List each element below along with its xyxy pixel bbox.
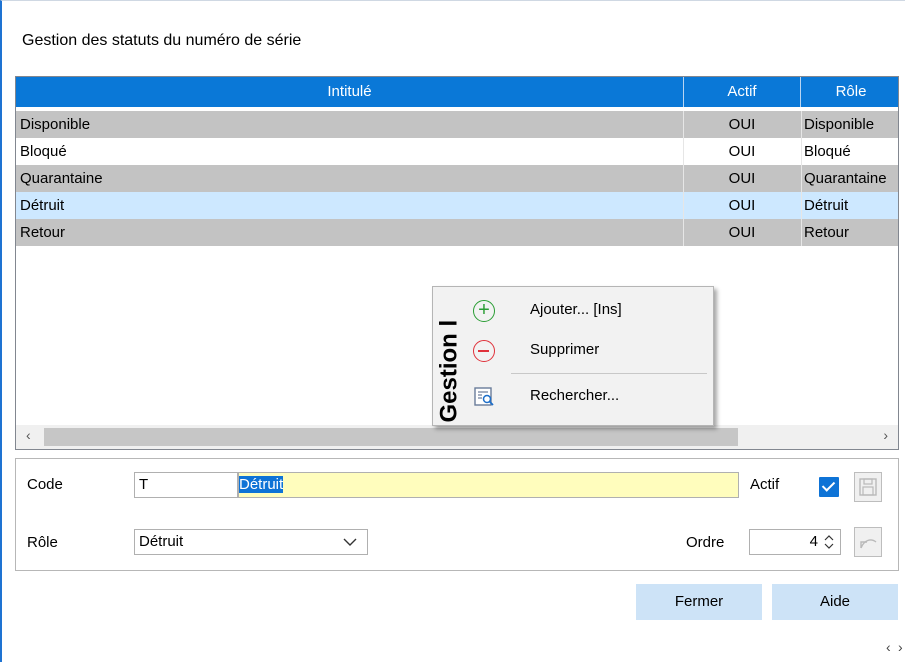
chevron-left-icon[interactable]: ‹	[886, 639, 891, 655]
context-menu-side-label: Gestion l	[435, 319, 463, 423]
close-button[interactable]: Fermer	[636, 584, 762, 620]
save-icon	[859, 478, 877, 496]
column-header-actif[interactable]: Actif	[684, 77, 801, 107]
cell-actif: OUI	[683, 165, 800, 192]
save-button[interactable]	[854, 472, 882, 502]
scroll-right-icon[interactable]: ›	[883, 427, 888, 443]
column-header-intitule[interactable]: Intitulé	[16, 77, 684, 107]
code-field[interactable]: T	[134, 472, 238, 498]
code-label: Code	[27, 476, 63, 493]
table-row-selected[interactable]: Détruit OUI Détruit	[16, 192, 898, 219]
undo-button[interactable]	[854, 527, 882, 557]
dialog-window: Gestion des statuts du numéro de série I…	[0, 0, 905, 662]
table-row[interactable]: Disponible OUI Disponible	[16, 111, 898, 138]
menu-item-ajouter[interactable]: + Ajouter... [Ins]	[467, 293, 711, 329]
search-list-icon	[474, 387, 494, 406]
scrollbar-thumb[interactable]	[44, 428, 738, 446]
role-label: Rôle	[27, 534, 58, 551]
remove-circle-icon	[473, 340, 495, 362]
add-circle-icon: +	[473, 300, 495, 322]
cell-intitule: Détruit	[20, 197, 65, 214]
horizontal-scrollbar[interactable]: ‹ ›	[16, 425, 898, 449]
cell-role: Retour	[801, 219, 898, 246]
column-header-role[interactable]: Rôle	[801, 77, 898, 107]
cell-role: Quarantaine	[801, 165, 898, 192]
ordre-stepper[interactable]: 4	[749, 529, 841, 555]
chevron-right-icon[interactable]: ›	[898, 639, 903, 655]
cell-actif: OUI	[683, 138, 800, 165]
role-select-value: Détruit	[139, 533, 184, 550]
ordre-value: 4	[809, 533, 818, 550]
dialog-title: Gestion des statuts du numéro de série	[22, 32, 302, 49]
intitule-field[interactable]: Détruit	[238, 472, 739, 498]
actif-label: Actif	[750, 476, 780, 493]
undo-icon	[860, 539, 877, 549]
context-menu: Gestion l + Ajouter... [Ins] Supprimer R…	[432, 286, 714, 426]
menu-item-rechercher[interactable]: Rechercher...	[467, 379, 711, 415]
help-button[interactable]: Aide	[772, 584, 898, 620]
cell-actif: OUI	[683, 192, 800, 219]
table-row[interactable]: Quarantaine OUI Quarantaine	[16, 165, 898, 192]
grid-header: Intitulé Actif Rôle	[16, 77, 898, 107]
cell-actif: OUI	[683, 219, 800, 246]
actif-checkbox[interactable]	[819, 477, 839, 497]
scroll-left-icon[interactable]: ‹	[26, 427, 31, 443]
cell-intitule: Quarantaine	[20, 170, 103, 187]
chevron-down-icon	[343, 538, 357, 546]
stepper-arrows-icon[interactable]	[824, 534, 834, 550]
cell-actif: OUI	[683, 111, 800, 138]
intitule-selected-text: Détruit	[239, 476, 284, 493]
cell-intitule: Retour	[20, 224, 66, 241]
table-row[interactable]: Bloqué OUI Bloqué	[16, 138, 898, 165]
edit-panel: Code T Détruit Actif Rôle Détruit Ordre …	[15, 458, 899, 571]
menu-item-supprimer[interactable]: Supprimer	[467, 333, 711, 369]
cell-role: Détruit	[801, 192, 898, 219]
cell-role: Bloqué	[801, 138, 898, 165]
menu-separator	[511, 373, 707, 374]
role-select[interactable]: Détruit	[134, 529, 368, 555]
cell-intitule: Disponible	[20, 116, 91, 133]
cell-intitule: Bloqué	[20, 143, 67, 160]
ordre-label: Ordre	[686, 534, 725, 551]
cell-role: Disponible	[801, 111, 898, 138]
table-row[interactable]: Retour OUI Retour	[16, 219, 898, 246]
